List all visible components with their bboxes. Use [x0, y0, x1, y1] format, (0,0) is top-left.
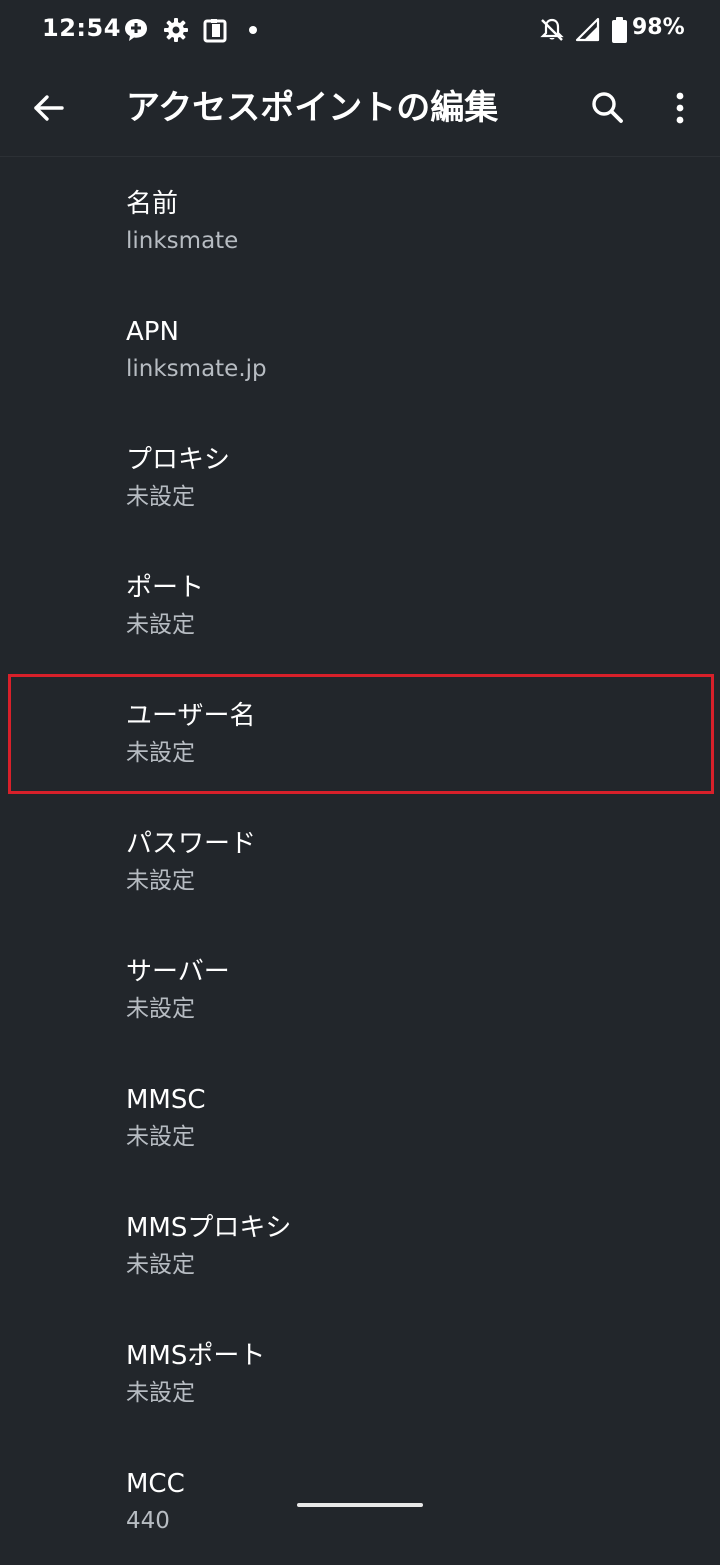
status-time: 12:54 [42, 14, 121, 42]
chat-bubble-icon [122, 16, 150, 44]
setting-item-mms-port[interactable]: MMSポート 未設定 [0, 1309, 720, 1437]
setting-item-mcc[interactable]: MCC 440 [0, 1437, 720, 1565]
more-vert-icon [656, 82, 708, 134]
bell-off-icon [538, 16, 566, 44]
highlight-box [8, 674, 714, 794]
setting-title: ポート [126, 573, 205, 603]
gear-icon [162, 16, 190, 44]
setting-title: パスワード [126, 829, 257, 859]
signal-icon [574, 16, 602, 44]
setting-title: サーバー [126, 957, 230, 987]
setting-value: 未設定 [126, 484, 195, 510]
page-title: アクセスポイントの編集 [126, 88, 499, 128]
setting-item-server[interactable]: サーバー 未設定 [0, 925, 720, 1053]
app-bar: アクセスポイントの編集 [0, 60, 720, 156]
setting-title: MMSポート [126, 1341, 266, 1371]
setting-item-password[interactable]: パスワード 未設定 [0, 797, 720, 925]
setting-value: 未設定 [126, 1124, 195, 1150]
gesture-nav-handle[interactable] [297, 1503, 423, 1507]
notification-dot-icon [242, 16, 270, 44]
setting-item-name[interactable]: 名前 linksmate [0, 157, 720, 285]
setting-value: linksmate [126, 228, 239, 254]
search-button[interactable] [582, 82, 634, 134]
setting-value: linksmate.jp [126, 356, 267, 382]
more-options-button[interactable] [656, 82, 708, 134]
setting-title: MMSプロキシ [126, 1213, 292, 1243]
back-arrow-icon [24, 82, 76, 134]
clipboard-icon [201, 16, 229, 44]
setting-item-apn[interactable]: APN linksmate.jp [0, 285, 720, 413]
setting-value: 440 [126, 1508, 170, 1534]
setting-title: APN [126, 317, 179, 347]
setting-value: 未設定 [126, 1380, 195, 1406]
setting-item-mms-proxy[interactable]: MMSプロキシ 未設定 [0, 1181, 720, 1309]
battery-icon [606, 16, 634, 44]
setting-value: 未設定 [126, 1252, 195, 1278]
status-bar: 12:54 98% [0, 0, 720, 60]
setting-value: 未設定 [126, 612, 195, 638]
search-icon [582, 82, 634, 134]
setting-title: 名前 [126, 189, 179, 219]
setting-title: MMSC [126, 1085, 206, 1115]
setting-value: 未設定 [126, 996, 195, 1022]
battery-percent: 98% [632, 15, 685, 40]
setting-title: MCC [126, 1469, 185, 1499]
back-button[interactable] [24, 82, 76, 134]
setting-item-port[interactable]: ポート 未設定 [0, 541, 720, 669]
setting-item-proxy[interactable]: プロキシ 未設定 [0, 413, 720, 541]
setting-title: プロキシ [126, 445, 231, 475]
settings-list: 名前 linksmate APN linksmate.jp プロキシ 未設定 ポ… [0, 157, 720, 1565]
setting-value: 未設定 [126, 868, 195, 894]
setting-item-mmsc[interactable]: MMSC 未設定 [0, 1053, 720, 1181]
